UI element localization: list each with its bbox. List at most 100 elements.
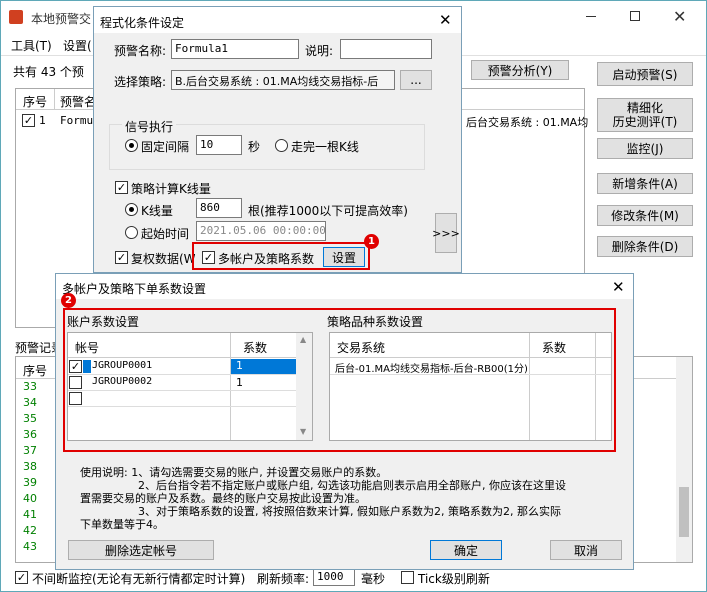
header-index: 序号 — [23, 95, 48, 109]
kline-hint: 根(推荐1000以下可提高效率) — [248, 204, 408, 218]
log-scrollbar[interactable] — [676, 357, 692, 562]
account-group-label: 账户系数设置 — [67, 315, 140, 329]
log-row: 40 — [23, 492, 37, 505]
minimize-button[interactable] — [586, 16, 596, 17]
continuous-monitor-checkbox[interactable]: ✓ — [15, 571, 28, 584]
restore-label: 复权数据(W — [131, 252, 196, 266]
name-label: 预警名称: — [114, 44, 167, 58]
multi-account-label: 多帐户及策略系数 — [218, 252, 315, 266]
bar-complete-radio[interactable] — [275, 139, 288, 152]
cancel-button[interactable]: 取消 — [550, 540, 622, 560]
row-checkbox[interactable]: ✓ — [22, 114, 35, 127]
strat-header-line — [330, 357, 611, 358]
count-text: 共有 43 个预 — [13, 65, 84, 79]
close-icon[interactable]: ✕ — [612, 278, 625, 296]
refine-history-button[interactable]: 精细化 历史测评(T) — [597, 98, 693, 132]
refine-label-2: 历史测评(T) — [612, 115, 678, 129]
tick-checkbox[interactable] — [401, 571, 414, 584]
log-row: 36 — [23, 428, 37, 441]
strategy-browse-button[interactable]: ... — [400, 70, 432, 90]
scroll-down-icon[interactable]: ▼ — [300, 427, 306, 436]
delete-condition-button[interactable]: 删除条件(D) — [597, 236, 693, 257]
condition-dialog: 程式化条件设定 ✕ 预警名称: Formula1 说明: 选择策略: B.后台交… — [93, 6, 462, 273]
calc-kline-label: 策略计算K线量 — [131, 182, 211, 196]
header-name: 预警名 — [60, 95, 97, 109]
table-row[interactable]: ✓ JGROUP0001 1 — [68, 359, 296, 375]
refresh-label: 刷新频率: — [257, 572, 310, 586]
log-row: 37 — [23, 444, 37, 457]
row-index: 1 — [39, 114, 46, 127]
usage-line: 使用说明: 1、请勾选需要交易的账户, 并设置交易账户的系数。 — [80, 466, 388, 479]
signal-group-label: 信号执行 — [122, 118, 177, 135]
strategy-label: 选择策略: — [114, 75, 167, 89]
main-title: 本地预警交 — [31, 12, 92, 26]
close-icon[interactable]: ✕ — [673, 7, 686, 26]
usage-line: 3、对于策略系数的设置, 将按照倍数来计算, 假如账户系数为2, 策略系数为2,… — [138, 505, 561, 518]
desc-input[interactable] — [340, 39, 432, 59]
row-strategy: 后台交易系统 : 01.MA均 — [466, 116, 589, 129]
start-time-input[interactable]: 2021.05.06 00:00:00 — [196, 221, 326, 241]
ok-button[interactable]: 确定 — [430, 540, 502, 560]
account-coef[interactable]: 1 — [236, 376, 243, 389]
strategy-group-label: 策略品种系数设置 — [327, 315, 424, 329]
log-scroll-thumb[interactable] — [679, 487, 689, 537]
fixed-interval-radio[interactable] — [125, 139, 138, 152]
table-row[interactable] — [68, 391, 296, 407]
log-row: 35 — [23, 412, 37, 425]
account-checkbox[interactable] — [69, 376, 82, 389]
menu-tools[interactable]: 工具(T) — [11, 37, 52, 54]
menu-settings[interactable]: 设置( — [63, 37, 92, 54]
account-coef[interactable]: 1 — [231, 359, 296, 374]
usage-line: 2、后台指令若不指定账户或账户组, 勾选该功能启则表示启用全部账户, 你应该在这… — [138, 479, 566, 492]
badge-1: 1 — [364, 234, 379, 249]
strategy-header-system: 交易系统 — [337, 341, 386, 355]
add-condition-button[interactable]: 新增条件(A) — [597, 173, 693, 194]
usage-text: 使用说明: 1、请勾选需要交易的账户, 并设置交易账户的系数。 2、后台指令若不… — [80, 466, 625, 531]
calc-kline-checkbox[interactable]: ✓ — [115, 181, 128, 194]
monitor-button[interactable]: 监控(J) — [597, 138, 693, 159]
usage-line: 下单数量等于4。 — [80, 518, 164, 531]
table-row[interactable]: 后台-01.MA均线交易指标-后台-RB00(1分) — [330, 359, 611, 375]
close-icon[interactable]: ✕ — [439, 11, 452, 29]
tick-label: Tick级别刷新 — [418, 572, 490, 586]
account-checkbox[interactable]: ✓ — [69, 360, 82, 373]
strategy-header-coef: 系数 — [542, 341, 567, 355]
strategy-input[interactable]: B.后台交易系统 : 01.MA均线交易指标-后 — [171, 70, 395, 90]
setup-button[interactable]: 设置 — [323, 247, 365, 267]
delete-account-button[interactable]: 删除选定帐号 — [68, 540, 214, 560]
kline-count-radio[interactable] — [125, 203, 138, 216]
coef-dialog: 多帐户及策略下单系数设置 ✕ 2 账户系数设置 帐号 系数 ✓ JGROUP00… — [55, 273, 634, 570]
scroll-up-icon[interactable]: ▲ — [300, 335, 306, 344]
row-selection — [83, 360, 91, 373]
strategy-name: 后台-01.MA均线交易指标-后台-RB00(1分) — [335, 364, 528, 375]
more-button[interactable]: >>> — [432, 213, 460, 253]
multi-account-checkbox[interactable]: ✓ — [202, 251, 215, 264]
account-header-name: 帐号 — [75, 341, 100, 355]
bar-complete-label: 走完一根K线 — [291, 140, 359, 154]
start-time-radio[interactable] — [125, 226, 138, 239]
name-input[interactable]: Formula1 — [171, 39, 299, 59]
fixed-interval-label: 固定间隔 — [141, 140, 190, 154]
coef-title: 多帐户及策略下单系数设置 — [62, 282, 207, 296]
maximize-button[interactable] — [630, 11, 640, 21]
table-row[interactable]: JGROUP0002 1 — [68, 375, 296, 391]
log-row: 33 — [23, 380, 37, 393]
warn-analysis-button[interactable]: 预警分析(Y) — [471, 60, 569, 80]
restore-checkbox[interactable]: ✓ — [115, 251, 128, 264]
condition-title: 程式化条件设定 — [100, 16, 185, 30]
interval-input[interactable]: 10 — [196, 135, 242, 155]
log-row: 39 — [23, 476, 37, 489]
kline-count-label: K线量 — [141, 204, 173, 218]
modify-condition-button[interactable]: 修改条件(M) — [597, 205, 693, 226]
start-warning-button[interactable]: 启动预警(S) — [597, 62, 693, 86]
usage-line: 置需要交易的账户及系数。最终的账户交易按此设置为准。 — [80, 492, 366, 505]
account-scrollbar[interactable]: ▲ ▼ — [296, 333, 312, 440]
coef-titlebar: 多帐户及策略下单系数设置 ✕ — [56, 274, 633, 299]
account-checkbox[interactable] — [69, 392, 82, 405]
log-row: 41 — [23, 508, 37, 521]
kline-count-input[interactable]: 860 — [196, 198, 242, 218]
desc-label: 说明: — [305, 44, 334, 58]
log-row: 42 — [23, 524, 37, 537]
log-row: 43 — [23, 540, 37, 553]
refresh-unit: 毫秒 — [361, 572, 386, 586]
